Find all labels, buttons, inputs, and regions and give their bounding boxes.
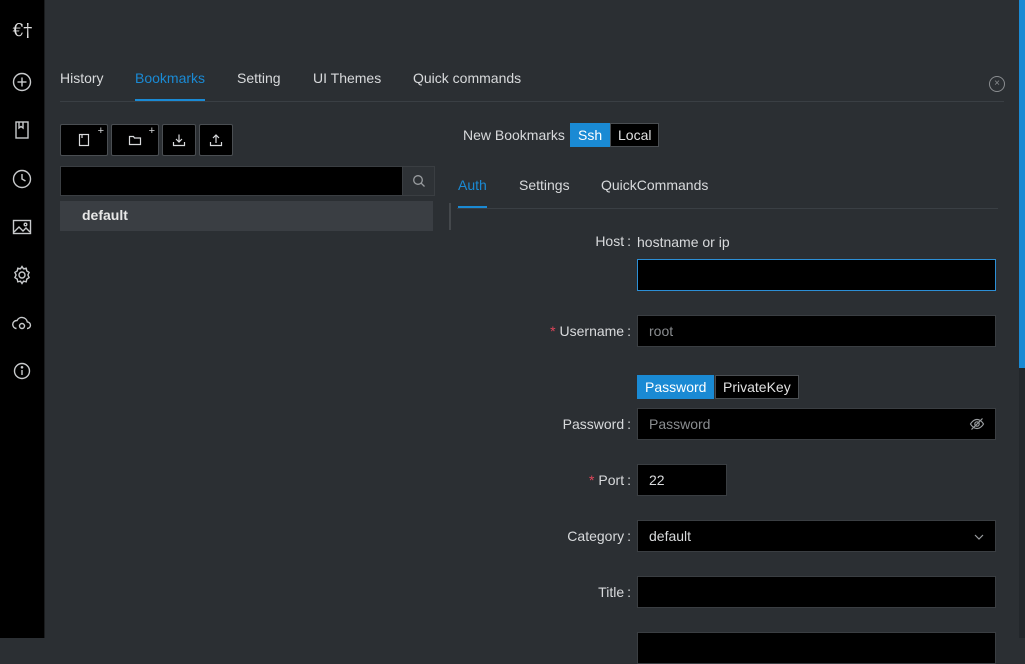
- scrollbar-thumb[interactable]: [1019, 0, 1025, 368]
- search-input[interactable]: [60, 166, 402, 196]
- cloud-sync-icon: [12, 316, 32, 330]
- title-input[interactable]: [637, 576, 996, 608]
- file-icon: [78, 133, 90, 147]
- export-button[interactable]: [199, 124, 233, 156]
- tabs-divider: [60, 101, 1004, 102]
- image-icon: [12, 219, 32, 235]
- subtab-auth[interactable]: Auth: [458, 177, 487, 208]
- host-label: Host:: [595, 233, 631, 249]
- tab-quick-commands[interactable]: Quick commands: [413, 70, 521, 101]
- close-icon[interactable]: ×: [989, 76, 1005, 92]
- download-icon: [172, 134, 186, 147]
- auth-password-button[interactable]: Password: [637, 375, 715, 399]
- main-panel: History Bookmarks Setting UI Themes Quic…: [45, 0, 1025, 664]
- themes-button[interactable]: [0, 211, 44, 243]
- username-label: * Username:: [550, 323, 631, 339]
- plus-mark: +: [148, 125, 155, 137]
- chevron-down-icon: [974, 534, 984, 540]
- subtab-quickcommands[interactable]: QuickCommands: [601, 177, 708, 208]
- category-label: Category:: [567, 528, 631, 544]
- bookmarks-button[interactable]: [0, 114, 44, 146]
- port-input[interactable]: [637, 464, 727, 496]
- type-ssh-button[interactable]: Ssh: [570, 123, 611, 147]
- new-tab-button[interactable]: [0, 66, 44, 98]
- search-button[interactable]: [402, 166, 435, 196]
- host-hint: hostname or ip: [637, 234, 730, 250]
- folder-icon: [128, 135, 142, 146]
- panel-splitter[interactable]: [449, 203, 451, 230]
- password-input[interactable]: [637, 408, 996, 440]
- tab-ui-themes[interactable]: UI Themes: [313, 70, 381, 101]
- tab-history[interactable]: History: [60, 70, 104, 101]
- settings-button[interactable]: [0, 259, 44, 291]
- import-button[interactable]: [162, 124, 196, 156]
- plus-mark: +: [97, 125, 104, 137]
- history-button[interactable]: [0, 163, 44, 195]
- subtab-settings[interactable]: Settings: [519, 177, 570, 208]
- clock-icon: [12, 169, 32, 189]
- bookmark-icon: [15, 121, 29, 139]
- about-button[interactable]: [0, 355, 44, 387]
- new-bookmark-button[interactable]: +: [60, 124, 108, 156]
- host-input[interactable]: [637, 259, 996, 291]
- new-folder-button[interactable]: +: [111, 124, 159, 156]
- tab-setting[interactable]: Setting: [237, 70, 281, 101]
- next-field-input[interactable]: [637, 632, 996, 664]
- gear-icon: [14, 265, 30, 285]
- form-title: New Bookmarks: [463, 127, 565, 143]
- eye-invisible-icon[interactable]: [969, 416, 985, 432]
- port-label: * Port:: [588, 472, 631, 488]
- username-input[interactable]: [637, 315, 996, 347]
- plus-circle-icon: [12, 72, 32, 92]
- sidebar: €†: [0, 0, 45, 638]
- subtabs-divider: [457, 208, 998, 209]
- type-local-button[interactable]: Local: [610, 123, 660, 147]
- tab-bookmarks[interactable]: Bookmarks: [135, 70, 206, 101]
- auth-privatekey-button[interactable]: PrivateKey: [715, 375, 799, 399]
- category-select[interactable]: [637, 520, 996, 552]
- sync-button[interactable]: [0, 307, 44, 339]
- app-logo[interactable]: €†: [0, 14, 44, 46]
- title-label: Title:: [598, 584, 631, 600]
- password-label: Password:: [562, 416, 631, 432]
- info-icon: [13, 362, 31, 380]
- upload-icon: [209, 134, 223, 147]
- tree-item-default[interactable]: default: [60, 201, 433, 231]
- search-icon: [412, 175, 425, 187]
